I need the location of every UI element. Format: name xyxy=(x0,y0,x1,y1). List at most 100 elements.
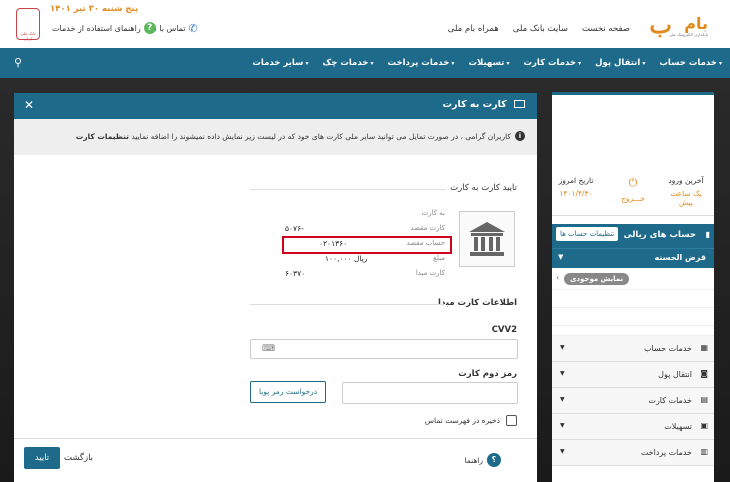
chevron-down-icon: ▼ xyxy=(560,448,565,455)
divider xyxy=(250,304,446,305)
chevron-down-icon: ▼ xyxy=(558,253,564,261)
amount-value: ۱۰۰,۰۰۰ ریال xyxy=(325,254,368,263)
question-icon: ? xyxy=(143,22,156,34)
modal-title-text: کارت به کارت xyxy=(442,99,507,110)
last-login-label: آخرین ورود xyxy=(668,176,704,185)
balance-row: ‹ نمایش موجودی xyxy=(552,268,714,290)
save-contact-row: ذخیره در فهرست تماس xyxy=(425,415,517,426)
chevron-down-icon: ▼ xyxy=(560,370,565,377)
account-row-2[interactable] xyxy=(552,308,714,326)
document-icon: ▣ xyxy=(700,421,708,430)
home-link[interactable]: صفحه نخست xyxy=(582,24,630,34)
contact-us-link[interactable]: تماس با ما ✆ xyxy=(150,22,198,35)
logout-button[interactable]: ⏻ خـــروج xyxy=(618,176,648,203)
sidebar-item-label: خدمات کارت xyxy=(648,396,692,405)
card-to-card-modal: کارت به کارت ✕ i کاربران گرامی ، در صورت… xyxy=(14,93,537,482)
question-icon: ؟ xyxy=(487,453,501,467)
seal-text: بانک ملی ایران xyxy=(20,31,36,41)
alert-message: کاربران گرامی ، در صورت تمایل می توانید … xyxy=(131,132,511,141)
top-header: ب بام بانکداری الکترونیک ملی صفحه نخست س… xyxy=(0,0,730,48)
chevron-down-icon: ▼ xyxy=(560,422,565,429)
save-contact-label: ذخیره در فهرست تماس xyxy=(424,416,500,425)
header-date: پنج شنبه ۳۰ تیر ۱۴۰۱ xyxy=(50,4,139,14)
sidebar-item-card-services[interactable]: ▤ خدمات کارت ▼ xyxy=(552,388,714,414)
pin-input[interactable] xyxy=(342,382,518,404)
services-guide-label: راهنمای استفاده از خدمات xyxy=(52,23,141,33)
origin-section-title: اطلاعات کارت مبدا xyxy=(438,298,517,308)
detail-row-amount: مبلغ ۱۰۰,۰۰۰ ریال xyxy=(285,254,445,269)
back-button[interactable]: بازگشت xyxy=(64,453,93,463)
nav-other-services[interactable]: سایر خدمات xyxy=(252,58,308,68)
credit-card-icon xyxy=(514,100,525,108)
session-info: آخرین ورود یک ساعت پیش ⏻ خـــروج تاریخ ا… xyxy=(552,170,714,216)
logo-text: بام xyxy=(684,14,708,33)
info-icon: i xyxy=(515,131,525,141)
dest-card-value: ۵۰۷۶- xyxy=(285,224,304,233)
cards-icon: ▤ xyxy=(700,395,708,404)
card-settings-link[interactable]: تنظیمات کارت xyxy=(76,132,129,141)
sidebar: آخرین ورود یک ساعت پیش ⏻ خـــروج تاریخ ا… xyxy=(552,92,714,482)
sidebar-item-label: خدمات حساب xyxy=(644,344,692,353)
bank-site-link[interactable]: سایت بانک ملی xyxy=(513,24,568,34)
otp-request-button[interactable]: درخواست رمز پویا xyxy=(250,381,326,403)
main-nav: خدمات حساب انتقال پول خدمات کارت تسهیلات… xyxy=(0,48,730,78)
today-label: تاریخ امروز xyxy=(558,176,594,185)
account-row-3[interactable] xyxy=(552,326,714,336)
modal-header: کارت به کارت ✕ xyxy=(14,93,537,119)
confirm-section-title: تایید کارت به کارت xyxy=(450,183,517,193)
origin-card-value: ۶۰۳۷۰ xyxy=(285,269,306,278)
qard-label: قرض الحسنه xyxy=(654,253,706,262)
nav-money-transfer[interactable]: انتقال پول xyxy=(595,58,645,68)
nav-payment-services[interactable]: خدمات پرداخت xyxy=(387,58,454,68)
services-guide-link[interactable]: راهنمای استفاده از خدمات ? xyxy=(52,22,156,34)
origin-card-label: کارت مبدا xyxy=(415,269,445,277)
close-icon[interactable]: ✕ xyxy=(24,98,34,112)
keyboard-icon[interactable]: ⌨ xyxy=(262,344,275,354)
detail-row-origin-card: کارت مبدا ۶۰۳۷۰ xyxy=(285,269,445,284)
barcode-icon: ▥ xyxy=(700,447,708,456)
bank-seal-logo: بانک ملی ایران xyxy=(16,8,40,41)
dest-card-label: کارت مقصد xyxy=(410,224,445,232)
cvv-label: CVV2 xyxy=(491,325,517,335)
sidebar-banner xyxy=(552,92,714,170)
sidebar-item-label: انتقال پول xyxy=(658,370,692,379)
today-value: ۱۴۰۱/۴/۳۰ xyxy=(559,189,593,198)
nav-loans[interactable]: تسهیلات xyxy=(468,58,509,68)
logo-subtitle: بانکداری الکترونیک ملی xyxy=(668,32,708,37)
pin-label: رمز دوم کارت xyxy=(458,369,517,379)
sidebar-item-label: تسهیلات xyxy=(664,422,692,431)
to-card-label: به کارت xyxy=(421,209,445,217)
qard-account-row[interactable]: قرض الحسنه ▼ xyxy=(552,248,714,268)
account-row-1[interactable] xyxy=(552,290,714,308)
alert-text: کاربران گرامی ، در صورت تمایل می توانید … xyxy=(76,132,511,141)
sidebar-item-label: خدمات پرداخت xyxy=(640,448,692,457)
top-links: صفحه نخست سایت بانک ملی همراه بام ملی xyxy=(448,24,630,34)
guide-link[interactable]: راهنما ؟ xyxy=(464,453,501,467)
sidebar-item-account-services[interactable]: ▦ خدمات حساب ▼ xyxy=(552,336,714,362)
sidebar-item-money-transfer[interactable]: ◙ انتقال پول ▼ xyxy=(552,362,714,388)
sidebar-item-loans[interactable]: ▣ تسهیلات ▼ xyxy=(552,414,714,440)
mobile-bam-link[interactable]: همراه بام ملی xyxy=(448,24,499,34)
amount-label: مبلغ xyxy=(433,254,445,262)
detail-row-to-card: به کارت xyxy=(285,209,445,224)
nav-card-services[interactable]: خدمات کارت xyxy=(523,58,581,68)
bookmark-icon: ▮ xyxy=(705,230,710,239)
nav-cheque-services[interactable]: خدمات چک xyxy=(323,58,374,68)
guide-label: راهنما xyxy=(464,455,483,465)
account-settings-button[interactable]: تنظیمات حساب ها xyxy=(556,227,619,241)
info-alert: i کاربران گرامی ، در صورت تمایل می توانی… xyxy=(14,119,537,155)
cvv-input[interactable] xyxy=(250,339,518,359)
camera-icon: ◙ xyxy=(700,369,708,378)
chevron-left-icon[interactable]: ‹ xyxy=(556,273,559,282)
power-icon: ⏻ xyxy=(628,176,638,189)
confirm-button[interactable]: تایید xyxy=(24,447,60,469)
save-contact-checkbox[interactable] xyxy=(506,415,517,426)
bam-logo[interactable]: ب بام بانکداری الکترونیک ملی xyxy=(649,8,708,40)
last-login-value: یک ساعت پیش xyxy=(670,189,702,207)
modal-title: کارت به کارت xyxy=(443,99,525,110)
show-balance-button[interactable]: نمایش موجودی xyxy=(564,273,630,285)
nav-account-services[interactable]: خدمات حساب xyxy=(659,58,722,68)
today-date: تاریخ امروز ۱۴۰۱/۴/۳۰ xyxy=(556,176,596,198)
sidebar-item-payment-services[interactable]: ▥ خدمات پرداخت ▼ xyxy=(552,440,714,466)
search-icon[interactable]: ⚲ xyxy=(14,56,22,69)
